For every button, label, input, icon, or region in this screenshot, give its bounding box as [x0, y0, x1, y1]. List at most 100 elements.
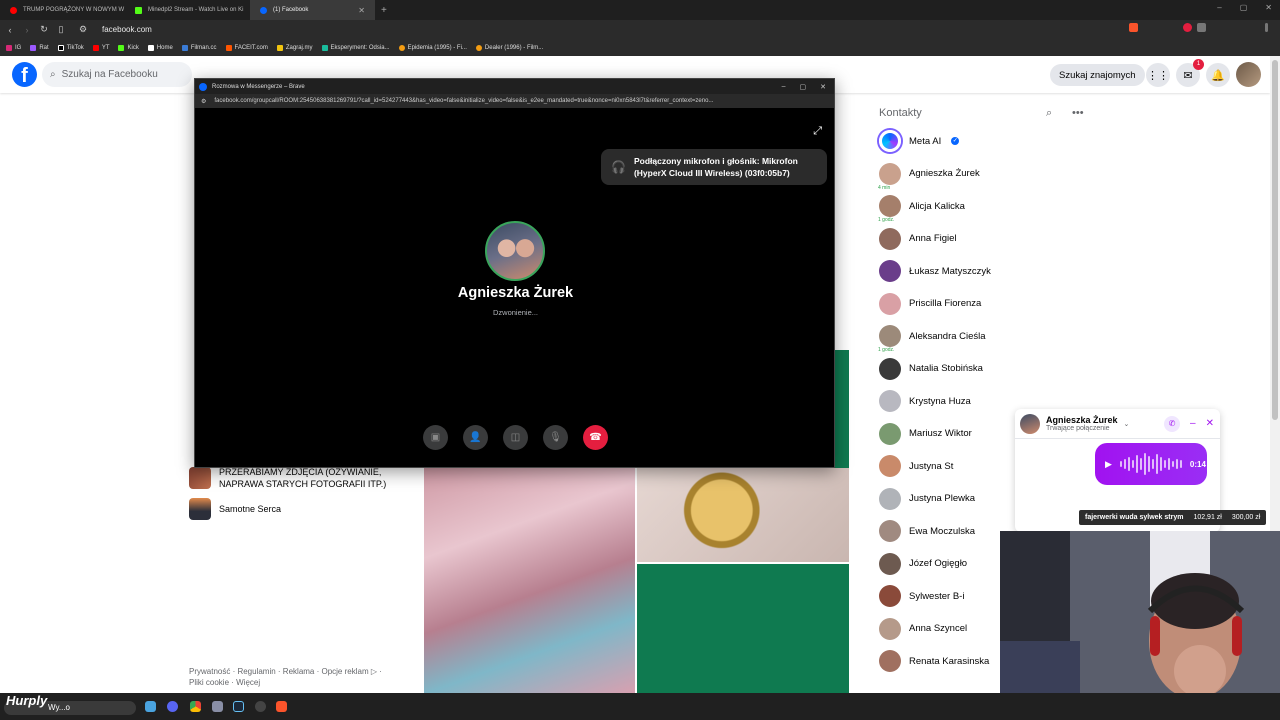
- bookmark-item[interactable]: Rat: [30, 44, 49, 51]
- profile-avatar[interactable]: [1236, 62, 1261, 87]
- bookmark-item[interactable]: Eksperyment: Odsia...: [321, 44, 390, 51]
- bookmark-label: FACEIT.com: [234, 44, 268, 51]
- forward-icon[interactable]: ›: [20, 25, 34, 35]
- end-call-button[interactable]: ☎: [583, 425, 608, 450]
- explorer-icon[interactable]: [145, 701, 156, 712]
- close-icon[interactable]: ✕: [358, 6, 365, 15]
- minimize-icon[interactable]: –: [1190, 418, 1196, 429]
- bookmark-item[interactable]: Filman.cc: [181, 44, 217, 51]
- contact-item[interactable]: Łukasz Matyszczyk: [879, 257, 991, 285]
- scrollbar-thumb[interactable]: [1272, 60, 1278, 420]
- brave-shield-icon[interactable]: [1129, 23, 1138, 32]
- contact-item[interactable]: 4 min Agnieszka Żurek: [877, 160, 980, 191]
- chat-header[interactable]: Agnieszka Żurek Trwające połączenie ⌄ ✆ …: [1015, 409, 1220, 439]
- close-window-icon[interactable]: ✕: [1265, 3, 1272, 12]
- contact-item[interactable]: Justyna Plewka: [879, 485, 975, 513]
- add-person-button[interactable]: 👤: [463, 425, 488, 450]
- chat-status: Trwające połączenie: [1046, 425, 1110, 432]
- bookmark-label: Eksperyment: Odsia...: [330, 44, 390, 51]
- extension-icon[interactable]: [1183, 23, 1192, 32]
- waveform-bar: [1175, 459, 1178, 469]
- group-item[interactable]: PRZERABIAMY ZDJĘCIA (OŻYWIANIE, NAPRAWA …: [189, 466, 399, 490]
- contact-item[interactable]: 1 godz. Alicja Kalicka: [877, 192, 965, 223]
- site-settings-icon[interactable]: ⚙: [201, 98, 206, 105]
- contact-item[interactable]: Krystyna Huza: [879, 387, 971, 415]
- app-icon[interactable]: [255, 701, 266, 712]
- bookmark-item[interactable]: Epidemia (1995) - Fi...: [398, 44, 467, 51]
- bookmark-item[interactable]: Dealer (1996) - Film...: [475, 44, 543, 51]
- bookmark-item[interactable]: Zagraj.my: [276, 44, 313, 51]
- minimize-icon[interactable]: –: [1217, 3, 1221, 12]
- bookmark-item[interactable]: YT: [92, 44, 109, 51]
- contact-item[interactable]: Justyna St: [879, 452, 953, 480]
- chevron-down-icon[interactable]: ⌄: [1124, 420, 1130, 428]
- contact-item[interactable]: Natalia Stobińska: [879, 355, 983, 383]
- active-time-badge: 4 min: [877, 184, 892, 191]
- contact-item[interactable]: Mariusz Wiktor: [879, 420, 972, 448]
- feed-photo[interactable]: [637, 564, 849, 693]
- feed-photo[interactable]: [637, 468, 849, 562]
- close-icon[interactable]: ✕: [1206, 418, 1214, 429]
- contact-item[interactable]: Józef Ogięgło: [879, 550, 967, 578]
- tab-kick[interactable]: Minedpl2 Stream - Watch Live on Ki ✕: [125, 0, 250, 20]
- contact-name: Priscilla Fiorenza: [909, 298, 982, 309]
- bookmark-item[interactable]: Home: [147, 44, 173, 51]
- contact-item[interactable]: Anna Szyncel: [879, 615, 967, 643]
- facebook-logo[interactable]: f: [12, 62, 37, 87]
- call-icon[interactable]: ✆: [1164, 415, 1181, 432]
- voice-message[interactable]: ▶ 0:14: [1095, 443, 1207, 485]
- camera-off-button[interactable]: ◫: [503, 425, 528, 450]
- bookmark-item[interactable]: FACEIT.com: [225, 44, 268, 51]
- obs-icon[interactable]: [212, 701, 223, 712]
- contact-item[interactable]: Sylwester B-i: [879, 582, 964, 610]
- back-icon[interactable]: ‹: [3, 25, 17, 35]
- contact-item[interactable]: 1 godz. Aleksandra Cieśla: [877, 322, 986, 353]
- close-icon[interactable]: ✕: [820, 83, 826, 91]
- extensions-icon[interactable]: [1197, 23, 1206, 32]
- search-input[interactable]: ⌕ Szukaj na Facebooku: [42, 62, 192, 87]
- discord-icon[interactable]: [167, 701, 178, 712]
- webcam-feed: [1000, 531, 1280, 693]
- group-item[interactable]: Samotne Serca: [189, 498, 281, 520]
- footer-links[interactable]: Prywatność · Regulamin · Reklama · Opcje…: [189, 666, 389, 688]
- callee-avatar: [485, 221, 545, 281]
- search-icon[interactable]: ⌕: [1046, 107, 1052, 120]
- play-icon[interactable]: ▶: [1105, 459, 1112, 470]
- bookmark-item[interactable]: Kick: [118, 44, 139, 51]
- contact-item[interactable]: Priscilla Fiorenza: [879, 290, 981, 318]
- new-tab-button[interactable]: +: [381, 5, 387, 16]
- contact-item[interactable]: Ewa Moczulska: [879, 517, 975, 545]
- chrome-icon[interactable]: [190, 701, 201, 712]
- steam-icon[interactable]: [233, 701, 244, 712]
- minimize-icon[interactable]: –: [782, 83, 786, 91]
- avatar: [879, 455, 901, 477]
- share-screen-button[interactable]: ▣: [423, 425, 448, 450]
- brave-icon[interactable]: [276, 701, 287, 712]
- maximize-icon[interactable]: ▢: [1240, 3, 1248, 12]
- url-field[interactable]: facebook.com: [102, 25, 152, 34]
- contact-name: Agnieszka Żurek: [909, 168, 980, 179]
- contact-item[interactable]: Meta AI ✓: [879, 127, 960, 155]
- more-options-icon[interactable]: •••: [1072, 107, 1084, 119]
- contact-item[interactable]: Renata Karasinska: [879, 647, 989, 675]
- messenger-icon[interactable]: ✉ 1: [1176, 59, 1204, 87]
- contact-item[interactable]: Anna Figiel: [879, 225, 957, 253]
- notifications-bell-icon[interactable]: 🔔: [1206, 63, 1230, 87]
- find-friends-button[interactable]: Szukaj znajomych: [1050, 64, 1145, 86]
- menu-grid-icon[interactable]: ⋮⋮: [1146, 63, 1170, 87]
- contact-name: Mariusz Wiktor: [909, 428, 972, 439]
- menu-icon[interactable]: [1265, 23, 1268, 32]
- tab-facebook[interactable]: (1) Facebook ✕: [250, 0, 375, 20]
- bookmark-icon[interactable]: ▯: [54, 24, 68, 35]
- callee-name: Agnieszka Żurek: [457, 285, 574, 301]
- site-settings-icon[interactable]: ⚙: [76, 24, 90, 35]
- feed-photo[interactable]: [424, 468, 635, 693]
- maximize-icon[interactable]: ▢: [800, 83, 807, 91]
- popup-url[interactable]: facebook.com/groupcall/ROOM:254506383812…: [214, 98, 713, 104]
- fullscreen-icon[interactable]: ⤢: [813, 125, 822, 138]
- mic-off-button[interactable]: 🎙: [543, 425, 568, 450]
- bookmark-item[interactable]: TikTok: [57, 44, 84, 51]
- tab-youtube[interactable]: TRUMP POGRĄŻONY W NOWYM W ✕: [0, 0, 125, 20]
- bookmark-item[interactable]: IG: [6, 44, 21, 51]
- reload-icon[interactable]: ↻: [37, 24, 51, 35]
